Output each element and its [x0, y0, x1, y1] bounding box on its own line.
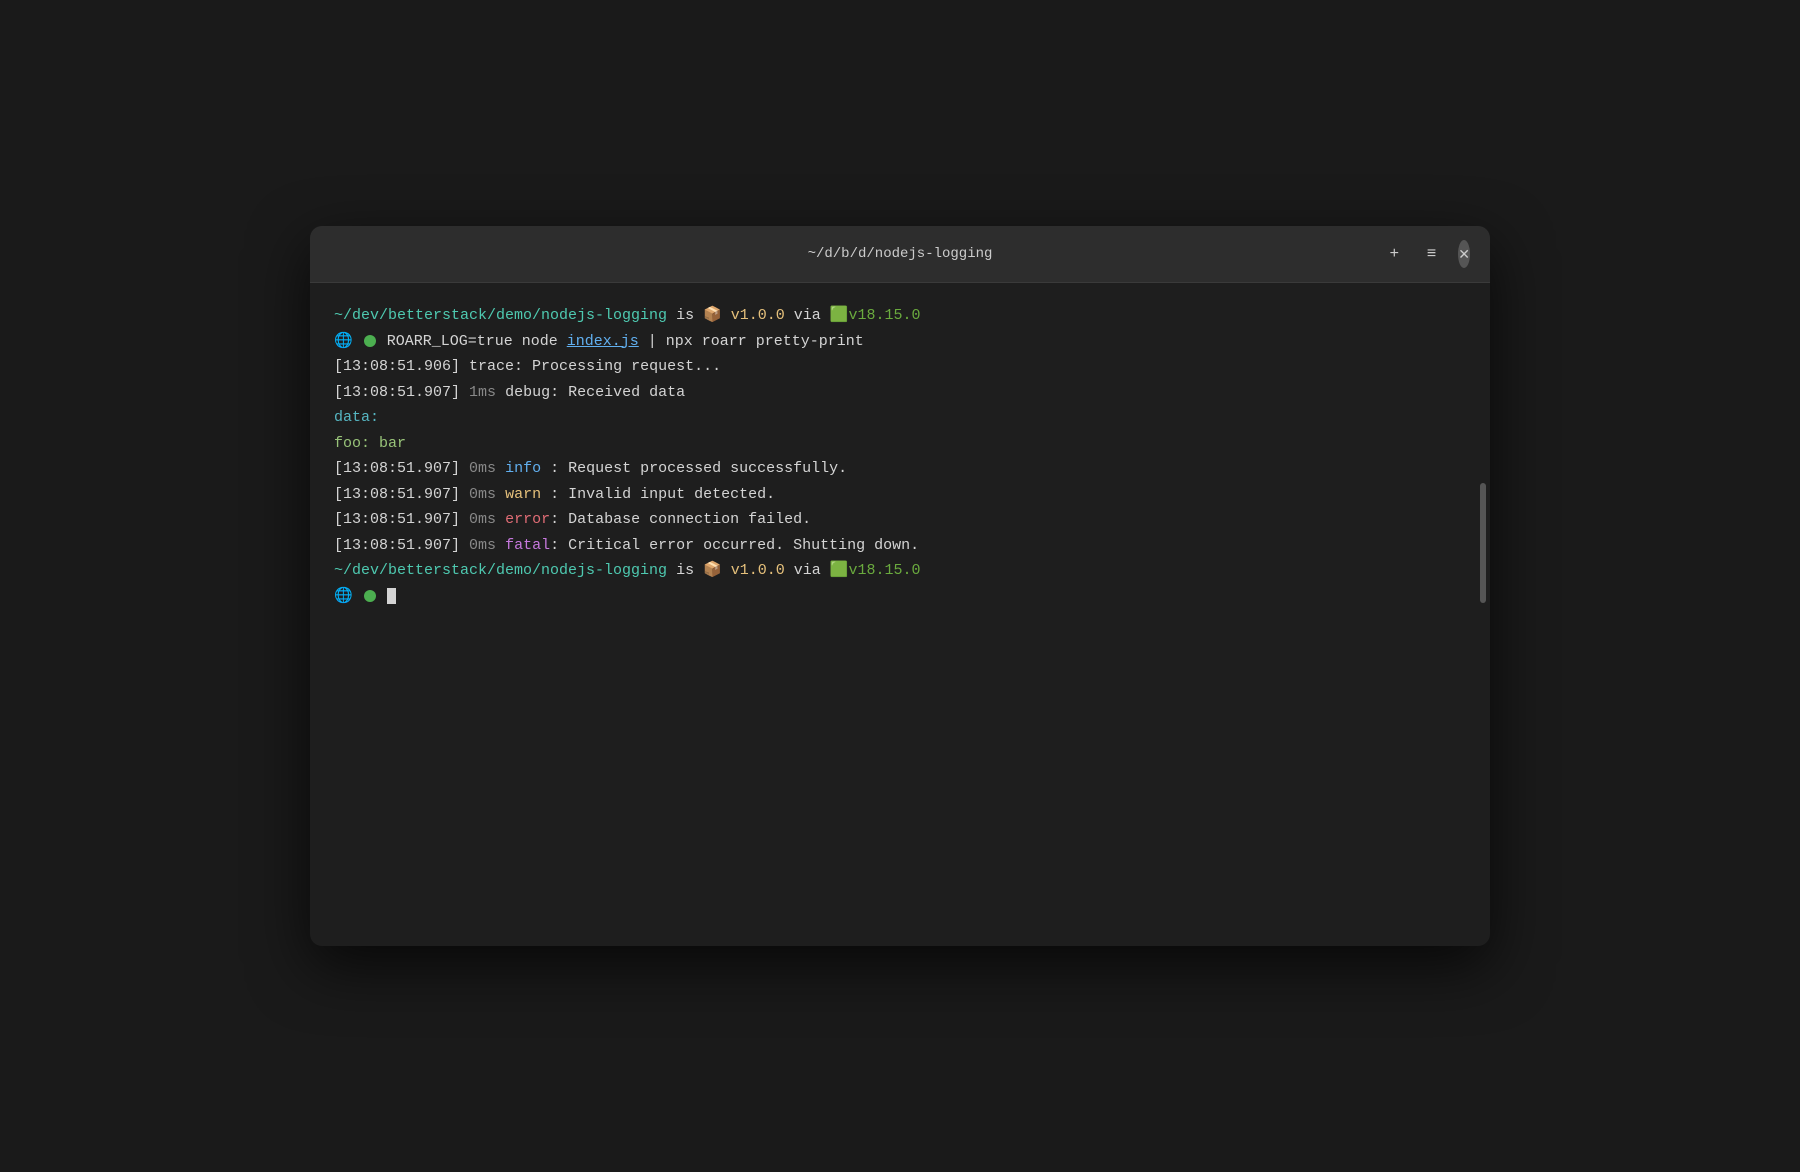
log-line-warn: [13:08:51.907] 0ms warn : Invalid input … — [334, 482, 1466, 508]
version-1: v1.0.0 — [722, 307, 785, 324]
node-version-2: v18.15.0 — [849, 562, 921, 579]
ms-error: 0ms — [469, 511, 505, 528]
timestamp-info: [13:08:51.907] — [334, 460, 460, 477]
fatal-message: : Critical error occurred. Shutting down… — [550, 537, 919, 554]
log-line-fatal: [13:08:51.907] 0ms fatal: Critical error… — [334, 533, 1466, 559]
error-message: : Database connection failed. — [550, 511, 811, 528]
warn-level: warn — [505, 486, 541, 503]
ms-info: 0ms — [469, 460, 505, 477]
is-text-1: is — [667, 307, 703, 324]
node-emoji-2: 🟩 — [830, 562, 849, 579]
command-line: 🌐 ROARR_LOG=true node index.js | npx roa… — [334, 329, 1466, 355]
log-line-error: [13:08:51.907] 0ms error: Database conne… — [334, 507, 1466, 533]
ms-warn: 0ms — [469, 486, 505, 503]
menu-button[interactable]: ≡ — [1421, 243, 1442, 265]
node-emoji-1: 🟩 — [830, 307, 849, 324]
scrollbar[interactable] — [1480, 483, 1486, 603]
info-level: info — [505, 460, 541, 477]
path-line-1: ~/dev/betterstack/demo/nodejs-logging is… — [334, 303, 1466, 329]
timestamp-debug: [13:08:51.907] — [334, 384, 460, 401]
error-level: error — [505, 511, 550, 528]
terminal-cursor — [387, 588, 396, 604]
new-tab-button[interactable]: + — [1384, 243, 1405, 265]
is-text-2: is — [667, 562, 703, 579]
data-label-line: data: — [334, 405, 1466, 431]
ms-fatal: 0ms — [469, 537, 505, 554]
path-line-2: ~/dev/betterstack/demo/nodejs-logging is… — [334, 558, 1466, 584]
log-line-trace: [13:08:51.906] trace: Processing request… — [334, 354, 1466, 380]
timestamp-fatal: [13:08:51.907] — [334, 537, 460, 554]
shell-icon-2: 🌐 — [334, 588, 353, 605]
package-emoji-2: 📦 — [703, 562, 722, 579]
status-dot-2 — [364, 590, 376, 602]
log-line-info: [13:08:51.907] 0ms info : Request proces… — [334, 456, 1466, 482]
package-emoji-1: 📦 — [703, 307, 722, 324]
index-js-link[interactable]: index.js — [567, 333, 639, 350]
via-text-1: via — [785, 307, 830, 324]
titlebar-controls: + ≡ ✕ — [1390, 240, 1470, 268]
data-label: data: — [334, 409, 379, 426]
warn-message: : Invalid input detected. — [541, 486, 775, 503]
status-dot — [364, 335, 376, 347]
version-2: v1.0.0 — [722, 562, 785, 579]
close-button[interactable]: ✕ — [1458, 240, 1470, 268]
via-text-2: via — [785, 562, 830, 579]
info-message: : Request processed successfully. — [541, 460, 847, 477]
pipe-command: | npx roarr pretty-print — [639, 333, 864, 350]
fatal-level: fatal — [505, 537, 550, 554]
timestamp-warn: [13:08:51.907] — [334, 486, 460, 503]
trace-level: trace: Processing request... — [469, 358, 721, 375]
terminal-body[interactable]: ~/dev/betterstack/demo/nodejs-logging is… — [310, 283, 1490, 946]
timestamp-trace: [13:08:51.906] — [334, 358, 460, 375]
shell-icon: 🌐 — [334, 333, 353, 350]
env-var: ROARR_LOG=true node — [387, 333, 567, 350]
terminal-window: ~/d/b/d/nodejs-logging + ≡ ✕ ~/dev/bette… — [310, 226, 1490, 946]
debug-level: debug: Received data — [505, 384, 685, 401]
prompt-line: 🌐 — [334, 584, 1466, 610]
node-version-1: v18.15.0 — [849, 307, 921, 324]
data-content: foo: bar — [334, 435, 406, 452]
log-line-debug: [13:08:51.907] 1ms debug: Received data — [334, 380, 1466, 406]
ms-debug: 1ms — [469, 384, 505, 401]
path-text-2: ~/dev/betterstack/demo/nodejs-logging — [334, 562, 667, 579]
titlebar: ~/d/b/d/nodejs-logging + ≡ ✕ — [310, 226, 1490, 283]
path-text-1: ~/dev/betterstack/demo/nodejs-logging — [334, 307, 667, 324]
data-content-line: foo: bar — [334, 431, 1466, 457]
titlebar-title: ~/d/b/d/nodejs-logging — [410, 246, 1390, 262]
timestamp-error: [13:08:51.907] — [334, 511, 460, 528]
